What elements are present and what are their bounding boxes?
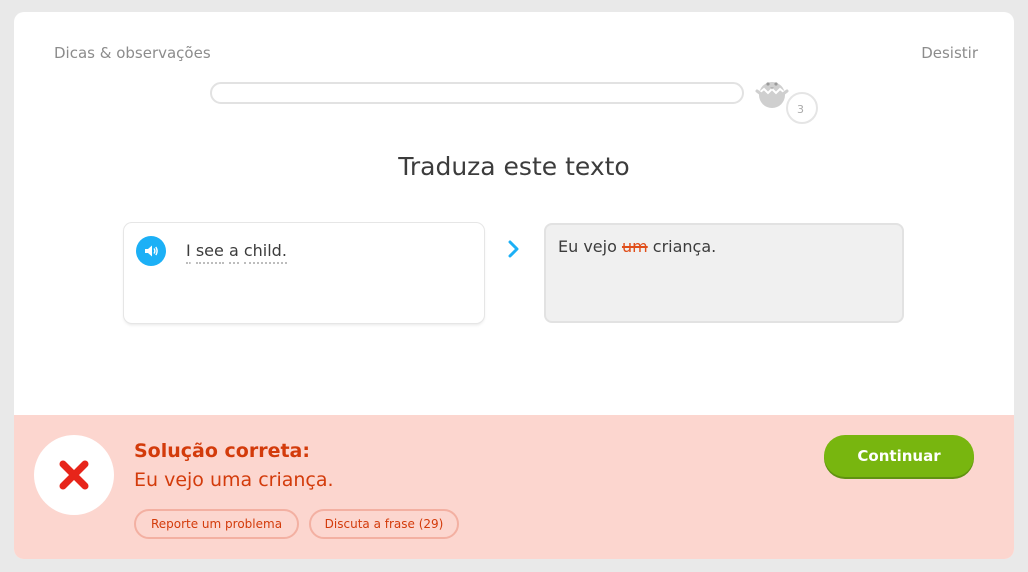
user-answer: Eu vejo um criança. [558,237,716,256]
lesson-card: Dicas & observações Desistir 3 Traduza e… [14,12,1014,559]
answer-text-start: Eu vejo [558,237,622,256]
source-word[interactable]: see [195,241,224,264]
egg-mascot-icon [755,82,789,108]
source-sentence: I see a child. [186,241,287,264]
feedback-panel: Solução correta: Eu vejo uma criança. Re… [14,415,1014,559]
source-sentence-card: I see a child. [124,223,484,323]
status-badge [34,435,114,515]
correct-solution: Eu vejo uma criança. [134,469,334,491]
exercise-title: Traduza este texto [398,152,630,181]
source-word[interactable]: a [228,241,239,264]
tips-link[interactable]: Dicas & observações [54,44,211,62]
step-counter-number: 3 [797,103,804,116]
progress-bar [210,82,744,104]
discuss-sentence-button[interactable]: Discuta a frase (29) [309,509,459,539]
answer-textarea[interactable]: Eu vejo um criança. [544,223,904,323]
source-word[interactable]: child. [243,241,287,264]
source-word[interactable]: I [186,241,191,264]
answer-text-end: criança. [647,237,717,256]
chevron-right-icon [508,240,519,258]
x-icon [59,460,89,490]
wrong-word: um [621,237,648,256]
speaker-icon[interactable] [136,236,166,266]
report-problem-button[interactable]: Reporte um problema [134,509,299,539]
quit-link[interactable]: Desistir [921,44,978,62]
solution-label: Solução correta: [134,440,310,462]
continue-button[interactable]: Continuar [824,435,974,477]
